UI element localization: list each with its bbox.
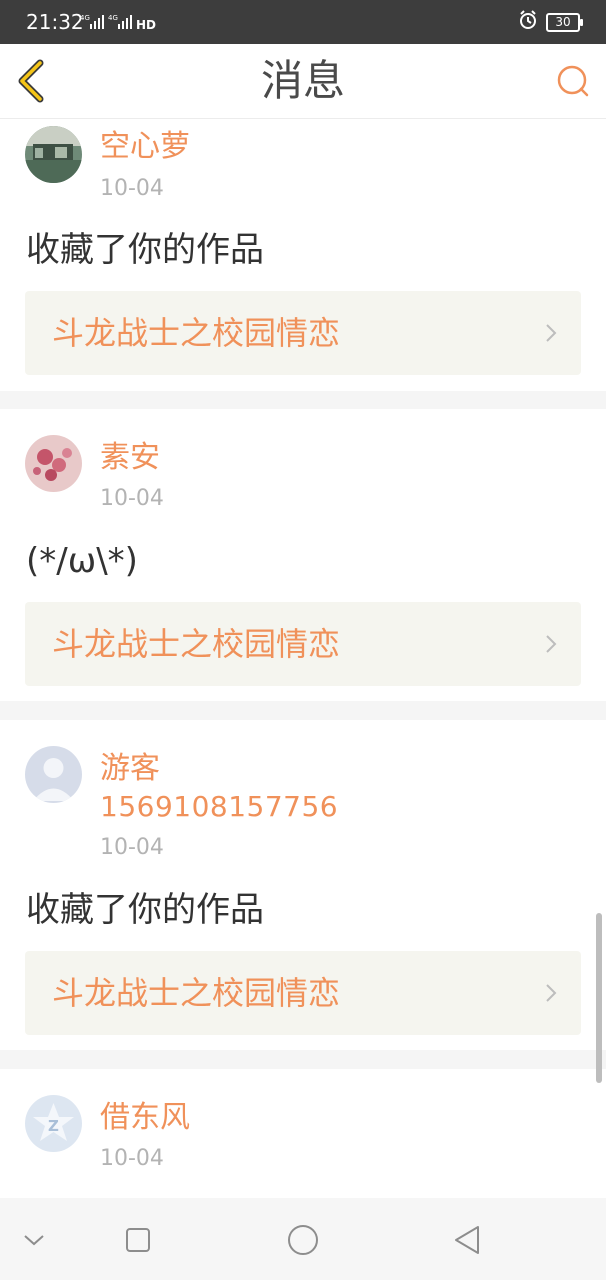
system-nav-bar	[0, 1198, 606, 1280]
scrollbar[interactable]	[596, 913, 602, 1083]
battery-icon: 30	[546, 12, 583, 32]
search-icon	[557, 65, 589, 97]
default-avatar-icon[interactable]	[25, 746, 82, 803]
work-link[interactable]: 斗龙战士之校园情恋	[25, 951, 581, 1035]
message-date: 10-04	[100, 1146, 164, 1171]
avatar[interactable]	[25, 126, 82, 183]
app-header: 消息	[0, 44, 606, 119]
search-button[interactable]	[554, 62, 592, 100]
back-triangle-icon	[455, 1226, 479, 1254]
message-date: 10-04	[100, 835, 164, 860]
work-title: 斗龙战士之校园情恋	[52, 625, 341, 663]
message-date: 10-04	[100, 176, 164, 201]
message-card: Z 借东风 10-04	[0, 1069, 606, 1199]
nav-recents-button[interactable]	[118, 1220, 158, 1260]
message-card: 素安 10-04 (*/ω\*) 斗龙战士之校园情恋	[0, 409, 606, 701]
chevron-right-icon	[546, 984, 557, 1002]
status-time: 21:32	[26, 10, 84, 34]
alarm-icon	[518, 10, 538, 34]
work-link[interactable]: 斗龙战士之校园情恋	[25, 602, 581, 686]
user-id: 1569108157756	[100, 790, 339, 823]
username[interactable]: 借东风	[100, 1100, 190, 1136]
message-text: 收藏了你的作品	[26, 890, 264, 930]
nav-home-button[interactable]	[283, 1220, 323, 1260]
svg-text:4G: 4G	[80, 14, 90, 22]
chevron-right-icon	[546, 324, 557, 342]
work-title: 斗龙战士之校园情恋	[52, 314, 341, 352]
avatar[interactable]	[25, 435, 82, 492]
username[interactable]: 空心萝	[100, 129, 190, 165]
message-text: 收藏了你的作品	[26, 230, 264, 270]
chevron-right-icon	[546, 635, 557, 653]
svg-text:Z: Z	[48, 1117, 59, 1135]
status-bar: 21:32 4G 4G HD 30	[0, 0, 606, 44]
username[interactable]: 素安	[100, 440, 160, 476]
svg-text:4G: 4G	[108, 14, 118, 22]
recents-icon	[126, 1228, 150, 1252]
message-card: 游客 1569108157756 10-04 收藏了你的作品 斗龙战士之校园情恋	[0, 720, 606, 1050]
chevron-down-icon	[24, 1235, 44, 1246]
work-link[interactable]: 斗龙战士之校园情恋	[25, 291, 581, 375]
message-card: 空心萝 10-04 收藏了你的作品 斗龙战士之校园情恋	[0, 119, 606, 391]
message-date: 10-04	[100, 486, 164, 511]
qzone-avatar-icon[interactable]: Z	[25, 1095, 82, 1152]
message-text: (*/ω\*)	[26, 541, 138, 581]
page-title: 消息	[260, 56, 345, 105]
signal-icon: 4G 4G HD	[80, 12, 162, 39]
username[interactable]: 游客	[100, 751, 160, 787]
nav-collapse-button[interactable]	[14, 1220, 54, 1260]
home-icon	[288, 1225, 318, 1255]
nav-back-button[interactable]	[448, 1220, 488, 1260]
work-title: 斗龙战士之校园情恋	[52, 974, 341, 1012]
svg-text:HD: HD	[136, 18, 156, 32]
message-list[interactable]: 空心萝 10-04 收藏了你的作品 斗龙战士之校园情恋 素安 10-04 (*/…	[0, 119, 606, 1199]
